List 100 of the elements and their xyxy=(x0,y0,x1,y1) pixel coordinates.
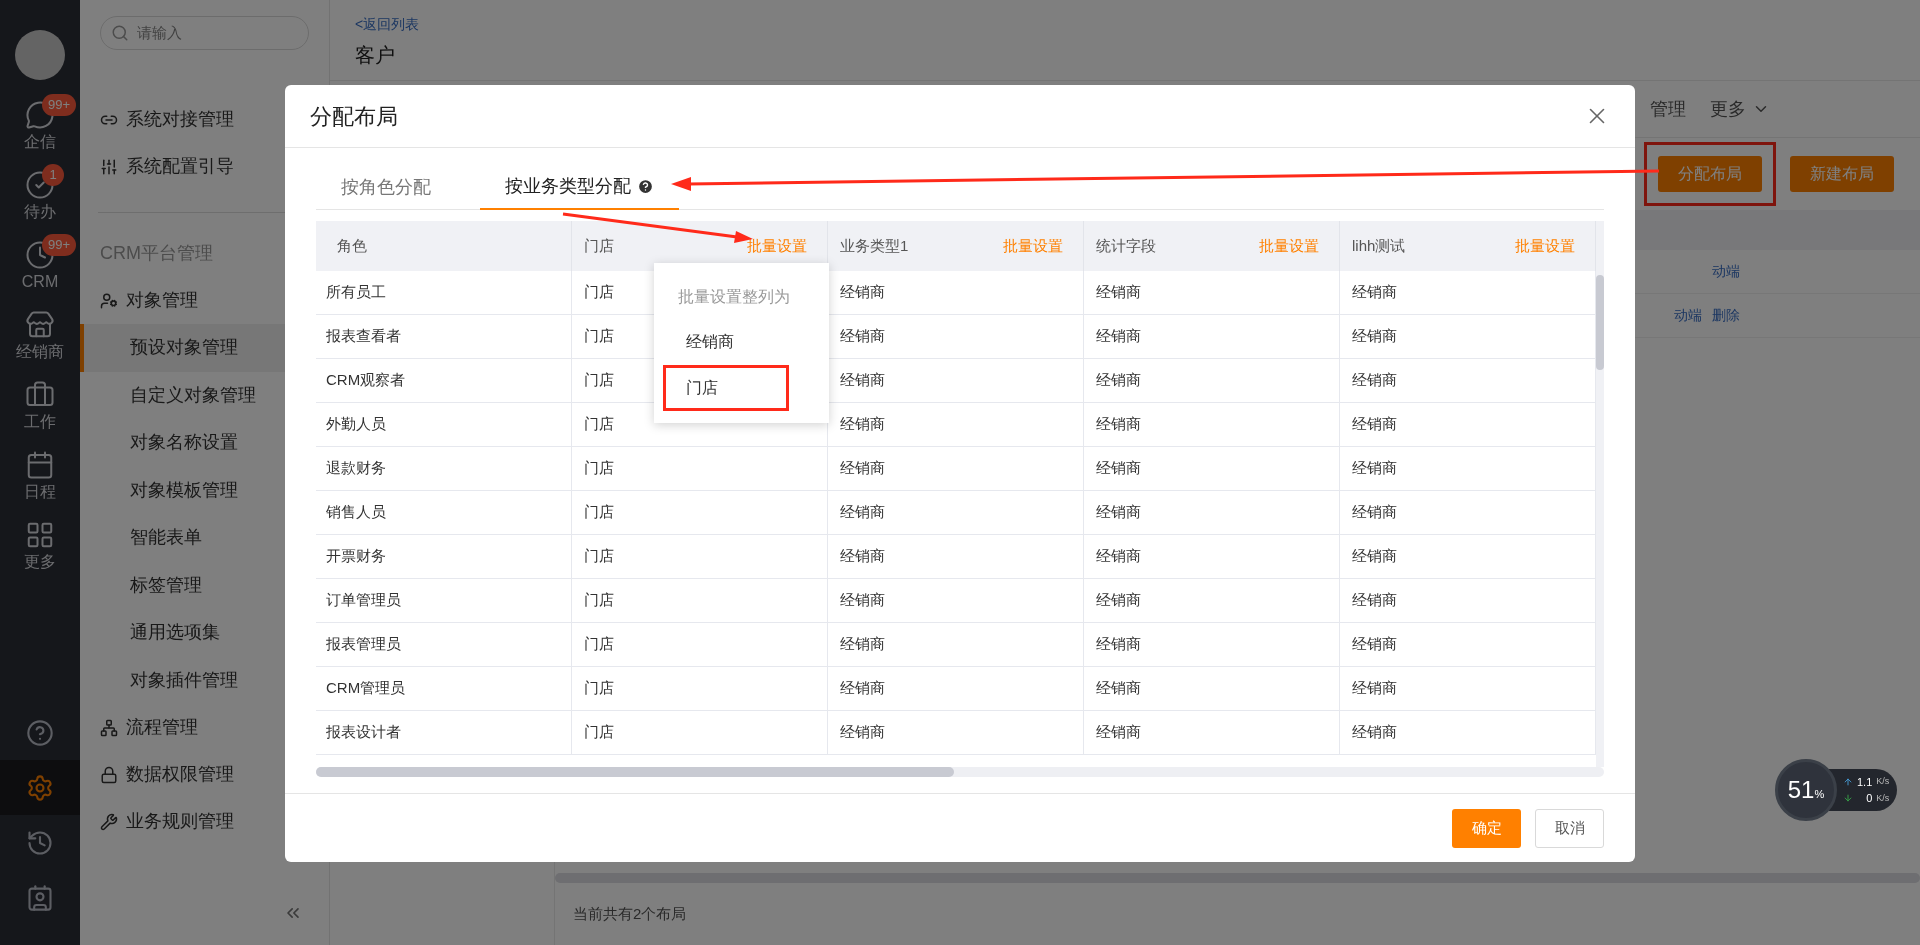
sidebar-group[interactable]: 业务规则管理 xyxy=(80,798,329,845)
menu-option[interactable]: 经销商 xyxy=(663,319,789,365)
row-link[interactable]: 删除 xyxy=(1712,305,1740,326)
table-cell: 门店 xyxy=(572,491,828,534)
rail-button[interactable] xyxy=(0,760,80,815)
calendar-icon xyxy=(25,450,55,480)
table-cell: 门店 xyxy=(572,667,828,710)
rail-item[interactable]: 更多 xyxy=(0,512,80,582)
help-icon[interactable] xyxy=(637,178,654,195)
horizontal-scrollbar[interactable] xyxy=(316,767,1604,777)
count-badge: 1 xyxy=(42,164,64,186)
store-icon xyxy=(25,310,55,340)
column-header: lihh测试 xyxy=(1352,235,1406,256)
network-icon xyxy=(100,718,118,737)
row-link[interactable]: 动端 xyxy=(1674,305,1702,326)
table-cell: 所有员工 xyxy=(316,271,572,314)
table-cell: 门店 xyxy=(572,623,828,666)
batch-set-link[interactable]: 批量设置 xyxy=(1259,234,1319,258)
rail-item[interactable]: 企信 99+ xyxy=(0,92,80,162)
search-icon xyxy=(111,24,129,42)
speed-unit: K/s xyxy=(1876,791,1890,805)
download-arrow-icon xyxy=(1843,793,1853,804)
column-header: 统计字段 xyxy=(1096,235,1156,256)
avatar[interactable] xyxy=(15,30,65,80)
table-cell: 经销商 xyxy=(828,359,1084,402)
table-cell: 订单管理员 xyxy=(316,579,572,622)
settings-icon xyxy=(26,773,54,802)
table-cell: 经销商 xyxy=(1084,447,1340,490)
sidebar-group[interactable]: 数据权限管理 xyxy=(80,751,329,798)
menu-option[interactable]: 门店 xyxy=(663,365,789,411)
table-cell: 经销商 xyxy=(828,711,1084,754)
table-cell: 经销商 xyxy=(1084,667,1340,710)
batch-set-link[interactable]: 批量设置 xyxy=(1515,234,1575,258)
layout-button[interactable]: 新建布局 xyxy=(1790,156,1894,192)
search-input[interactable]: 请输入 xyxy=(137,21,287,45)
table-cell: 经销商 xyxy=(828,535,1084,578)
layout-count: 当前共有2个布局 xyxy=(572,903,688,924)
table-cell: 销售人员 xyxy=(316,491,572,534)
user-gear-icon xyxy=(100,291,118,310)
table-cell: CRM管理员 xyxy=(316,667,572,710)
batch-set-link[interactable]: 批量设置 xyxy=(747,234,807,258)
dialog-title: 分配布局 xyxy=(310,102,398,131)
table-cell: 报表查看者 xyxy=(316,315,572,358)
table-cell: 门店 xyxy=(572,447,828,490)
download-speed: 0 xyxy=(1866,791,1873,806)
rail-item[interactable]: CRM 99+ xyxy=(0,232,80,302)
table-cell: 经销商 xyxy=(1084,271,1340,314)
menu-heading: 批量设置整列为 xyxy=(677,287,791,307)
table-cell: 经销商 xyxy=(828,271,1084,314)
count-badge: 99+ xyxy=(42,234,77,256)
table-cell: CRM观察者 xyxy=(316,359,572,402)
layout-button[interactable]: 分配布局 xyxy=(1658,156,1762,192)
check-circle-icon xyxy=(25,170,55,200)
cancel-button[interactable]: 取消 xyxy=(1535,808,1604,848)
usage-percent: 51 xyxy=(1787,778,1815,802)
rail-item[interactable]: 日程 xyxy=(0,442,80,512)
upload-arrow-icon xyxy=(1843,776,1853,787)
confirm-button[interactable]: 确定 xyxy=(1452,808,1521,848)
rail-item[interactable]: 工作 xyxy=(0,372,80,442)
history-icon xyxy=(26,828,54,857)
upload-speed: 1.1 xyxy=(1857,774,1873,790)
batch-set-link[interactable]: 批量设置 xyxy=(1003,234,1063,258)
rail-item[interactable]: 经销商 xyxy=(0,302,80,372)
table-cell: 经销商 xyxy=(828,315,1084,358)
table-cell: 经销商 xyxy=(1084,315,1340,358)
table-cell: 经销商 xyxy=(828,579,1084,622)
contacts-icon xyxy=(26,883,54,912)
column-header: 门店 xyxy=(584,235,614,256)
table-cell: 门店 xyxy=(572,535,828,578)
table-cell: 经销商 xyxy=(1084,579,1340,622)
table-cell: 经销商 xyxy=(1084,623,1340,666)
table-cell: 经销商 xyxy=(828,403,1084,446)
rail-item[interactable]: 待办 1 xyxy=(0,162,80,232)
row-link[interactable]: 动端 xyxy=(1712,261,1740,282)
table-cell: 报表设计者 xyxy=(316,711,572,754)
more-menu[interactable]: 更多 xyxy=(1710,95,1770,123)
back-link[interactable]: <返回列表 xyxy=(355,16,420,32)
table-cell: 退款财务 xyxy=(316,447,572,490)
page-tab[interactable]: 管理 xyxy=(1650,95,1686,123)
table-cell: 经销商 xyxy=(1084,403,1340,446)
page-title: 客户 xyxy=(355,43,396,68)
table-cell: 经销商 xyxy=(1084,535,1340,578)
table-cell: 外勤人员 xyxy=(316,403,572,446)
count-badge: 99+ xyxy=(42,94,77,116)
sliders-icon xyxy=(100,157,118,176)
help-icon xyxy=(26,718,54,747)
table-cell: 经销商 xyxy=(828,491,1084,534)
percent-sign: % xyxy=(1814,787,1825,802)
table-cell: 门店 xyxy=(572,711,828,754)
dialog-tab[interactable]: 按业务类型分配 xyxy=(480,165,679,210)
table-cell: 经销商 xyxy=(828,623,1084,666)
table-cell: 经销商 xyxy=(1084,711,1340,754)
table-cell: 报表管理员 xyxy=(316,623,572,666)
table-cell: 经销商 xyxy=(828,667,1084,710)
speed-unit: K/s xyxy=(1876,775,1890,788)
table-cell: 经销商 xyxy=(1084,491,1340,534)
grid-icon xyxy=(25,520,55,550)
table-cell: 经销商 xyxy=(828,447,1084,490)
column-header: 业务类型1 xyxy=(840,235,909,256)
column-header: 角色 xyxy=(337,235,367,256)
